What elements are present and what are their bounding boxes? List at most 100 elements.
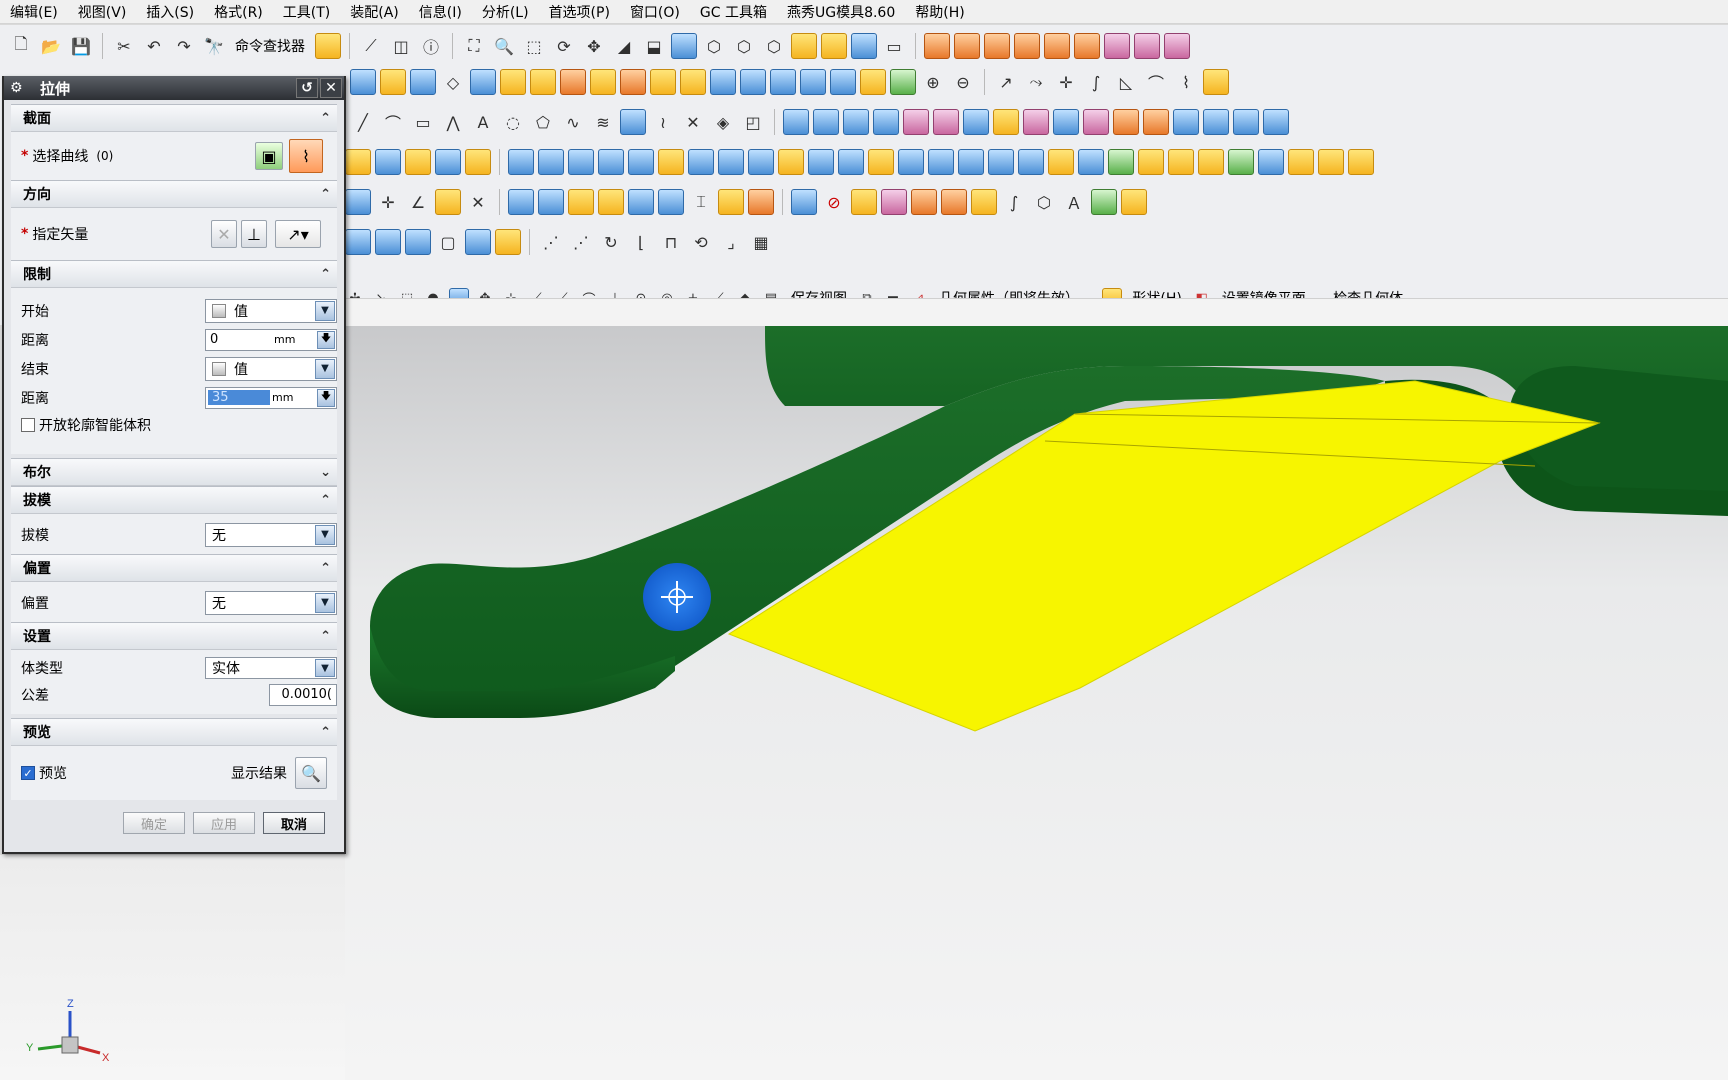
chevron-up-icon[interactable]: ⌃ — [320, 725, 331, 740]
plane-icon[interactable]: ◇ — [440, 69, 466, 95]
menu-assembly[interactable]: 装配(A) — [350, 2, 399, 22]
electrode-icon[interactable] — [538, 149, 564, 175]
hole-icon[interactable] — [560, 69, 586, 95]
chevron-up-icon[interactable]: ⌃ — [320, 493, 331, 508]
info-icon[interactable]: ⓘ — [418, 33, 444, 59]
offset-select[interactable]: 无 ▼ — [205, 590, 337, 615]
start-distance-input[interactable]: 0 mm 🡇 — [205, 328, 337, 351]
mold-tool-b-icon[interactable] — [1168, 149, 1194, 175]
subtract-icon[interactable]: ⊖ — [950, 69, 976, 95]
section-header-settings[interactable]: 设置 ⌃ — [11, 622, 337, 650]
curve-tool-3-icon[interactable]: ✛ — [1053, 69, 1079, 95]
orange-cube-icon[interactable] — [911, 189, 937, 215]
support-icon[interactable] — [628, 149, 654, 175]
angle-icon[interactable]: ∠ — [405, 189, 431, 215]
blend-icon[interactable] — [860, 69, 886, 95]
copy-icon[interactable] — [598, 189, 624, 215]
mirror-2-icon[interactable] — [405, 229, 431, 255]
chevron-up-icon[interactable]: ⌃ — [320, 561, 331, 576]
table-icon[interactable] — [495, 229, 521, 255]
start-distance-value[interactable]: 0 — [206, 332, 272, 347]
draft-select[interactable]: 无 ▼ — [205, 522, 337, 547]
section-header-section[interactable]: 截面 ⌃ — [11, 104, 337, 132]
undo-icon[interactable]: ↶ — [141, 33, 167, 59]
surface-tool-14-icon[interactable] — [1173, 109, 1199, 135]
surface-tool-6-icon[interactable] — [933, 109, 959, 135]
thicken-icon[interactable] — [770, 69, 796, 95]
lifter-icon[interactable] — [808, 149, 834, 175]
trimetric-view-icon[interactable] — [821, 33, 847, 59]
no-icon[interactable]: ⊘ — [821, 189, 847, 215]
route-icon[interactable] — [628, 189, 654, 215]
snap-icon[interactable]: ⟋ — [358, 33, 384, 59]
background-icon[interactable]: ▭ — [881, 33, 907, 59]
intersect-curve-icon[interactable]: ✕ — [680, 109, 706, 135]
new-file-icon[interactable]: 🗋 — [8, 33, 34, 59]
palette-icon[interactable] — [881, 189, 907, 215]
connector-icon[interactable] — [1078, 149, 1104, 175]
model-canvas[interactable] — [345, 326, 1728, 1080]
locating-ring-icon[interactable] — [658, 149, 684, 175]
tolerance-input[interactable]: 0.0010( — [269, 684, 337, 706]
command-finder-button[interactable]: 命令查找器 — [235, 36, 305, 56]
cylinder-icon[interactable] — [500, 69, 526, 95]
f8-icon[interactable] — [435, 189, 461, 215]
cubes-icon[interactable] — [1121, 189, 1147, 215]
grid-square-icon[interactable]: ▦ — [748, 229, 774, 255]
section-header-offset[interactable]: 偏置 ⌃ — [11, 554, 337, 582]
line-icon[interactable]: ╱ — [350, 109, 376, 135]
plate-icon[interactable] — [958, 149, 984, 175]
section-header-direction[interactable]: 方向 ⌃ — [11, 180, 337, 208]
ellipse-icon[interactable]: ◌ — [500, 109, 526, 135]
curve-s-icon[interactable]: ∫ — [1001, 189, 1027, 215]
bridge-curve-icon[interactable]: ≀ — [650, 109, 676, 135]
chevron-down-icon[interactable]: ▼ — [315, 358, 335, 379]
pan-icon[interactable]: ✥ — [581, 33, 607, 59]
wrap-curve-icon[interactable]: ◈ — [710, 109, 736, 135]
sprue-icon[interactable] — [465, 149, 491, 175]
gear-icon[interactable]: ⚙ — [10, 80, 26, 96]
surface-tool-8-icon[interactable] — [993, 109, 1019, 135]
surface-tool-10-icon[interactable] — [1053, 109, 1079, 135]
magnifier-icon[interactable]: 🔍 — [295, 757, 327, 789]
curve-tool-2-icon[interactable]: ⤳ — [1023, 69, 1049, 95]
grid-icon[interactable] — [928, 149, 954, 175]
pad-icon[interactable] — [650, 69, 676, 95]
curve-tool-5-icon[interactable]: ◺ — [1113, 69, 1139, 95]
mold-tool-c-icon[interactable] — [1198, 149, 1224, 175]
surface-tool-1-icon[interactable] — [783, 109, 809, 135]
start-type-select[interactable]: 值 ▼ — [205, 298, 337, 323]
dashed-line-icon[interactable]: ⋰ — [538, 229, 564, 255]
right-view-icon[interactable]: ⬡ — [761, 33, 787, 59]
measure-3-icon[interactable] — [748, 189, 774, 215]
pattern-icon[interactable] — [345, 229, 371, 255]
curve-tool-7-icon[interactable]: ⌇ — [1173, 69, 1199, 95]
section-header-preview[interactable]: 预览 ⌃ — [11, 718, 337, 746]
clamp-icon[interactable] — [1048, 149, 1074, 175]
xi-icon[interactable]: ✕ — [465, 189, 491, 215]
menu-window[interactable]: 窗口(O) — [630, 2, 680, 22]
section-header-draft[interactable]: 拔模 ⌃ — [11, 486, 337, 514]
text-tool-icon[interactable]: Ａ — [1061, 189, 1087, 215]
runner-icon[interactable] — [838, 149, 864, 175]
menu-edit[interactable]: 编辑(E) — [10, 2, 58, 22]
chevron-up-icon[interactable]: ⌃ — [320, 267, 331, 282]
offset-curve-icon[interactable]: ≋ — [590, 109, 616, 135]
select-curve-row[interactable]: * 选择曲线 (0) ▣ ⌇ — [11, 134, 337, 178]
sketch-section-icon[interactable]: ▣ — [255, 142, 283, 170]
arrow-down-icon[interactable]: 🡇 — [317, 330, 335, 349]
yellow-cube-icon[interactable] — [971, 189, 997, 215]
boss-icon[interactable] — [590, 69, 616, 95]
list-icon[interactable] — [1258, 149, 1284, 175]
close-icon[interactable]: ✕ — [320, 78, 342, 98]
stack-icon[interactable] — [1018, 149, 1044, 175]
block-icon[interactable] — [470, 69, 496, 95]
iso-view-icon[interactable] — [791, 33, 817, 59]
rib-icon[interactable] — [740, 69, 766, 95]
curve-tool-8-icon[interactable] — [1203, 69, 1229, 95]
front-view-icon[interactable]: ⬡ — [731, 33, 757, 59]
chevron-up-icon[interactable]: ⌃ — [320, 629, 331, 644]
rotate-icon[interactable]: ⟳ — [551, 33, 577, 59]
rectangle-icon[interactable]: ▭ — [410, 109, 436, 135]
chevron-down-icon[interactable]: ▼ — [315, 524, 335, 545]
